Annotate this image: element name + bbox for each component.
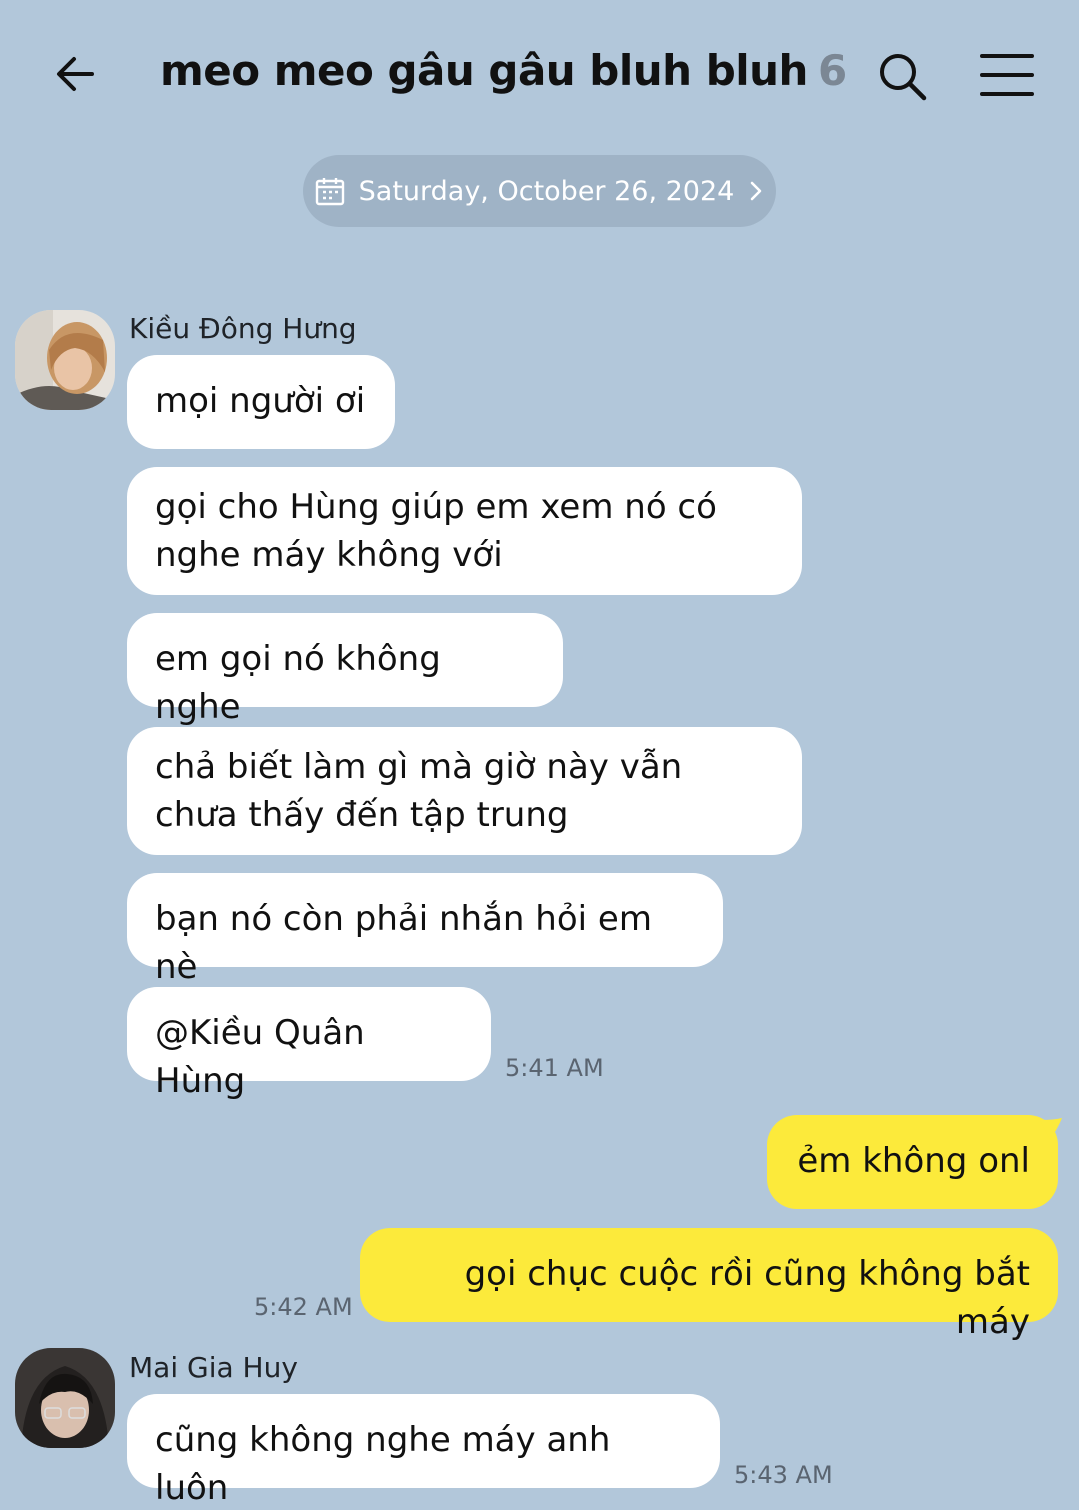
message-bubble-outgoing[interactable]: gọi chục cuộc rồi cũng không bắt máy	[360, 1228, 1058, 1342]
bubble-tail	[1040, 1118, 1062, 1140]
message-time: 5:43 AM	[734, 1461, 833, 1489]
search-icon[interactable]	[874, 48, 930, 104]
message-bubble-outgoing[interactable]: ẻm không onl	[767, 1115, 1058, 1209]
message-bubble[interactable]: chả biết làm gì mà giờ này vẫn chưa thấy…	[127, 727, 802, 855]
message-bubble[interactable]: mọi người ơi	[127, 355, 395, 449]
sender-name: Mai Gia Huy	[129, 1351, 298, 1384]
chat-header: meo meo gâu gâu bluh bluh 6	[0, 0, 1079, 150]
message-time: 5:41 AM	[505, 1054, 604, 1082]
date-label: Saturday, October 26, 2024	[358, 175, 735, 207]
chat-title-text: meo meo gâu gâu bluh bluh	[160, 46, 808, 95]
message-bubble[interactable]: cũng không nghe máy anh luôn	[127, 1394, 720, 1508]
date-divider[interactable]: Saturday, October 26, 2024	[303, 155, 776, 227]
back-arrow-icon[interactable]	[48, 46, 104, 102]
message-bubble[interactable]: gọi cho Hùng giúp em xem nó có nghe máy …	[127, 467, 802, 595]
message-bubble[interactable]: bạn nó còn phải nhắn hỏi em nè	[127, 873, 723, 987]
message-bubble[interactable]: em gọi nó không nghe	[127, 613, 563, 727]
message-time: 5:42 AM	[254, 1293, 353, 1321]
calendar-icon	[315, 178, 344, 206]
chevron-right-icon	[751, 181, 762, 201]
menu-icon[interactable]	[978, 50, 1036, 100]
member-count: 6	[817, 46, 847, 95]
message-bubble[interactable]: @Kiều Quân Hùng	[127, 987, 491, 1101]
chat-title: meo meo gâu gâu bluh bluh 6	[160, 46, 847, 95]
avatar-kieu-dong-hung[interactable]	[15, 310, 115, 410]
sender-name: Kiều Đông Hưng	[129, 312, 357, 345]
avatar-mai-gia-huy[interactable]	[15, 1348, 115, 1448]
